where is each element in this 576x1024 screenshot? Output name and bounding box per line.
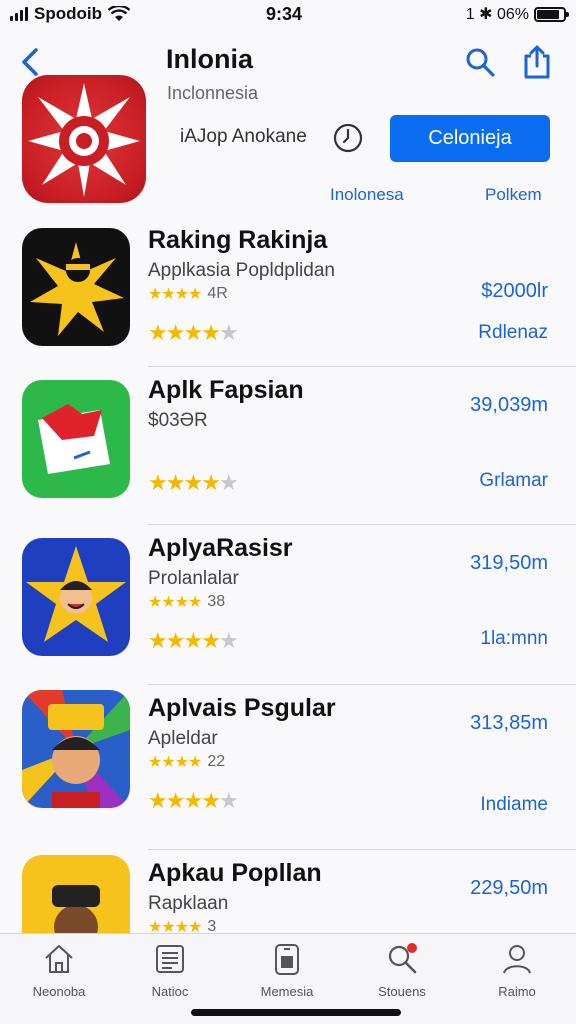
star-rating: ★★★★★ [148,470,239,496]
filter-link-left[interactable]: Inolonesa [330,185,404,205]
featured-app-tagline: iAJop Anokane [180,126,307,147]
star-icon: ★★★★ [148,594,202,611]
star-icon: ★ [165,320,186,345]
star-icon: ★ [148,320,168,345]
featured-app-subtitle: Inclonnesia [167,83,259,103]
star-icon: ★ [218,628,239,653]
tab-apps[interactable]: Memesia [232,942,342,999]
rating-summary: ★★★★ 22 [148,752,225,772]
star-icon: ★ [148,788,168,813]
tab-label: Neonoba [32,984,86,999]
star-icon: ★ [165,470,186,495]
rating-summary: ★★★★ 4R [148,284,228,304]
row-divider [148,366,576,367]
tab-search[interactable]: Stouens [347,942,457,999]
star-icon: ★ [201,628,221,653]
star-icon: ★ [201,320,221,345]
filter-link-right[interactable]: Polkem [485,185,542,205]
star-icon: ★ [183,788,203,813]
app-icon-rasisr[interactable] [22,538,130,656]
signal-icon [10,7,28,21]
star-icon: ★ [218,320,239,345]
status-bar: Spodoib 9:34 1 ✱ 06% [0,0,576,30]
page-title: Inlonia [166,44,253,74]
app-subtitle: Apleldar [148,728,218,749]
app-price[interactable]: 39,039m [470,394,548,417]
app-price[interactable]: 313,85m [470,712,548,735]
star-icon: ★★★★ [148,286,202,303]
rating-count: 38 [207,593,226,610]
row-divider [148,849,576,850]
app-subtitle: Prolanlalar [148,568,239,589]
share-icon[interactable] [520,44,554,80]
rating-count: 22 [207,753,226,770]
star-icon: ★ [183,628,203,653]
app-category[interactable]: 1la:mnn [480,628,548,650]
star-icon: ★ [218,788,239,813]
app-subtitle: Rapklaan [148,893,229,914]
tab-home[interactable]: Neonoba [4,942,114,999]
back-icon[interactable] [16,44,44,80]
app-category[interactable]: Rdlenaz [478,322,548,344]
app-price[interactable]: $2000lr [481,280,548,303]
featured-app-icon[interactable] [22,75,146,203]
home-icon [45,945,73,973]
news-icon [156,945,184,973]
star-icon: ★ [165,788,186,813]
wifi-icon [107,6,130,21]
rating-summary: ★★★★ 38 [148,592,225,612]
star-icon: ★★★★ [148,754,202,771]
app-subtitle: Applkasia Popldplidan [148,260,335,281]
app-price[interactable]: 319,50m [470,552,548,575]
app-name: Aplk Fapsian [148,376,304,404]
star-icon: ★ [183,320,203,345]
battery-text: 1 ✱ 06% [465,6,529,23]
app-name: Raking Rakinja [148,226,328,254]
app-subtitle: $03ƏR [148,410,208,431]
star-icon: ★ [218,470,239,495]
app-name: AplyaRasisr [148,534,293,562]
star-rating: ★★★★★ [148,628,239,654]
app-icon-psgular[interactable] [22,690,130,808]
star-icon: ★ [201,470,221,495]
star-icon: ★ [183,470,203,495]
tab-profile[interactable]: Raimo [462,942,572,999]
tab-label: Stouens [378,984,426,999]
person-icon [503,945,531,974]
app-price[interactable]: 229,50m [470,877,548,900]
star-icon: ★ [148,628,168,653]
app-name: Apkau Popllan [148,859,322,887]
tab-news[interactable]: Natioc [115,942,225,999]
star-icon: ★ [165,628,186,653]
app-category[interactable]: Indiame [480,794,548,816]
star-rating: ★★★★★ [148,788,239,814]
tab-label: Raimo [498,984,536,999]
search-icon [388,943,417,974]
apps-icon [275,944,299,975]
battery-icon [534,6,569,22]
carrier-label: Spodoib [34,4,102,23]
tab-label: Natioc [151,984,189,999]
get-button[interactable]: Celonieja [390,115,550,162]
app-category[interactable]: Grlamar [479,470,548,492]
star-icon: ★ [201,788,221,813]
app-name: Aplvais Psgular [148,694,336,722]
row-divider [148,524,576,525]
app-icon-raking[interactable] [22,228,130,346]
tab-label: Memesia [260,984,314,999]
search-icon[interactable] [464,46,496,78]
row-divider [148,684,576,685]
home-indicator[interactable] [191,1009,401,1016]
rating-count: 4R [207,285,228,302]
star-icon: ★ [148,470,168,495]
clock-icon[interactable] [332,122,364,154]
app-icon-fapsian[interactable] [22,380,130,498]
star-rating: ★★★★★ [148,320,239,346]
status-time: 9:34 [266,4,303,24]
